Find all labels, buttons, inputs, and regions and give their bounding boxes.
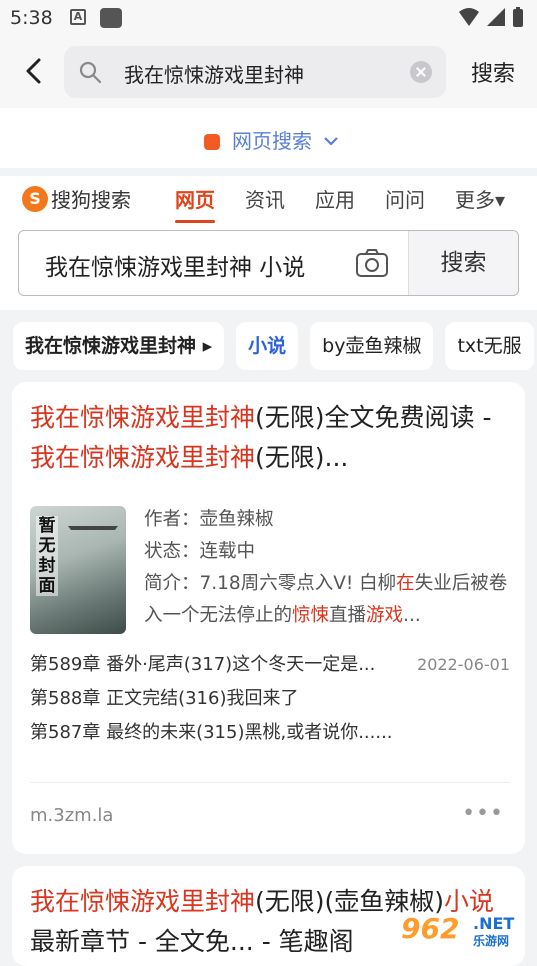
tab-more[interactable]: 更多▾: [455, 184, 505, 213]
suggestion-chips: 我在惊悚游戏里封神 ▸ 小说 by壶鱼辣椒 txt无服: [13, 322, 537, 370]
title-text: (无限)全文免费阅读 -: [255, 403, 492, 432]
back-arrow-icon[interactable]: [20, 56, 50, 86]
watermark-number: 962: [401, 912, 460, 945]
result-card[interactable]: 我在惊悚游戏里封神(无限)全文免费阅读 - 我在惊悚游戏里封神(无限)... 暂…: [12, 382, 525, 854]
engine-label: 网页搜索: [232, 129, 312, 153]
intro-text: 直播: [329, 605, 367, 626]
sogou-search-button[interactable]: 搜索: [408, 231, 518, 295]
wifi-signal-battery-icon: [459, 7, 523, 27]
title-highlight: 我在惊悚游戏里封神: [30, 443, 256, 472]
intro-label: 简介：: [144, 573, 200, 594]
title-highlight: 我在惊悚游戏里封神: [30, 887, 256, 916]
sogou-logo-icon: S: [22, 185, 48, 212]
book-cover[interactable]: 暂无封面: [30, 506, 126, 634]
tab-news[interactable]: 资讯: [245, 184, 285, 213]
watermark-net: .NET: [473, 914, 515, 933]
result-url[interactable]: m.3zm.la: [30, 805, 113, 826]
status-icons: [457, 6, 527, 34]
status-label: 状态：: [144, 541, 200, 562]
author-value: 壶鱼辣椒: [199, 509, 274, 530]
results-area: 我在惊悚游戏里封神 ▸ 小说 by壶鱼辣椒 txt无服 我在惊悚游戏里封神(无限…: [0, 310, 537, 966]
search-icon: [79, 61, 102, 84]
sogou-search-input[interactable]: 我在惊悚游戏里封神 小说: [45, 248, 345, 282]
search-query-text: 我在惊悚游戏里封神: [124, 63, 304, 87]
result-title[interactable]: 我在惊悚游戏里封神(无限)全文免费阅读 - 我在惊悚游戏里封神(无限)...: [30, 398, 510, 478]
status-bar: 5:38 A: [0, 0, 537, 36]
chip-novel[interactable]: 小说: [236, 322, 299, 370]
tab-wenwen[interactable]: 问问: [385, 184, 425, 213]
chapter-title: 第589章 番外·尾声(317)这个冬天一定是...: [30, 654, 376, 675]
chapter-link[interactable]: 第588章 正文完结(316)我回来了: [30, 682, 510, 716]
book-meta: 作者：壶鱼辣椒 状态：连载中 简介：7.18周六零点入V! 白柳在失业后被卷入一…: [144, 504, 514, 632]
chapter-title: 第587章 最终的未来(315)黑桃,或者说你......: [30, 722, 393, 743]
tab-apps[interactable]: 应用: [315, 184, 355, 213]
web-content: S 搜狗搜索 网页 资讯 应用 问问 更多▾ 我在惊悚游戏里封神 小说 搜索 我…: [0, 176, 537, 966]
chapter-link[interactable]: 第589章 番外·尾声(317)这个冬天一定是... 2022-06-01: [30, 648, 510, 682]
engine-selector[interactable]: 网页搜索: [0, 108, 537, 168]
chapter-date: 2022-06-01: [417, 655, 510, 674]
result-footer: m.3zm.la •••: [30, 782, 510, 842]
pavilion-image: [68, 526, 118, 556]
chapter-link[interactable]: 第587章 最终的未来(315)黑桃,或者说你......: [30, 716, 510, 750]
sogou-logo-text: 搜狗搜索: [51, 188, 131, 212]
notification-a-icon: A: [70, 9, 86, 25]
chevron-down-icon: [324, 137, 339, 146]
search-button[interactable]: 搜索: [471, 56, 515, 88]
status-value: 连载中: [199, 541, 256, 562]
tab-web[interactable]: 网页: [175, 184, 215, 223]
intro-highlight: 惊悚: [292, 605, 330, 626]
sogou-tabs: 网页 资讯 应用 问问 更多▾: [175, 184, 535, 223]
title-text: 最新章节 - 全文免... - 笔趣阁: [30, 927, 354, 956]
chip-query[interactable]: 我在惊悚游戏里封神 ▸: [13, 322, 225, 370]
status-time: 5:38: [10, 7, 53, 29]
browser-top-bar: 我在惊悚游戏里封神 搜索: [0, 36, 537, 108]
intro-text: 7.18周六零点入V! 白柳: [199, 573, 397, 594]
sogou-search-box: 我在惊悚游戏里封神 小说 搜索: [18, 230, 519, 296]
cover-text: 暂无封面: [36, 516, 58, 596]
notification-square-icon: [100, 8, 122, 28]
chip-txt[interactable]: txt无服: [445, 322, 534, 370]
camera-icon[interactable]: [355, 247, 389, 279]
chapter-title: 第588章 正文完结(316)我回来了: [30, 688, 299, 709]
intro-highlight: 在: [396, 573, 415, 594]
sogou-logo[interactable]: S 搜狗搜索: [22, 184, 131, 213]
author-label: 作者：: [144, 509, 200, 530]
search-input[interactable]: 我在惊悚游戏里封神: [64, 46, 446, 98]
watermark-site: 乐游网: [473, 934, 510, 948]
title-text: (无限)...: [255, 443, 349, 472]
clear-icon[interactable]: [410, 61, 432, 83]
sogou-header: S 搜狗搜索 网页 资讯 应用 问问 更多▾: [0, 176, 537, 226]
intro-text: ...: [403, 605, 421, 626]
watermark-logo: 962 .NET 乐游网: [381, 912, 531, 952]
sogou-small-icon: [204, 134, 220, 150]
intro-highlight: 游戏: [366, 605, 404, 626]
chapter-list: 第589章 番外·尾声(317)这个冬天一定是... 2022-06-01 第58…: [30, 648, 510, 750]
chip-author[interactable]: by壶鱼辣椒: [310, 322, 434, 370]
more-options-icon[interactable]: •••: [462, 801, 504, 826]
title-highlight: 我在惊悚游戏里封神: [30, 403, 256, 432]
